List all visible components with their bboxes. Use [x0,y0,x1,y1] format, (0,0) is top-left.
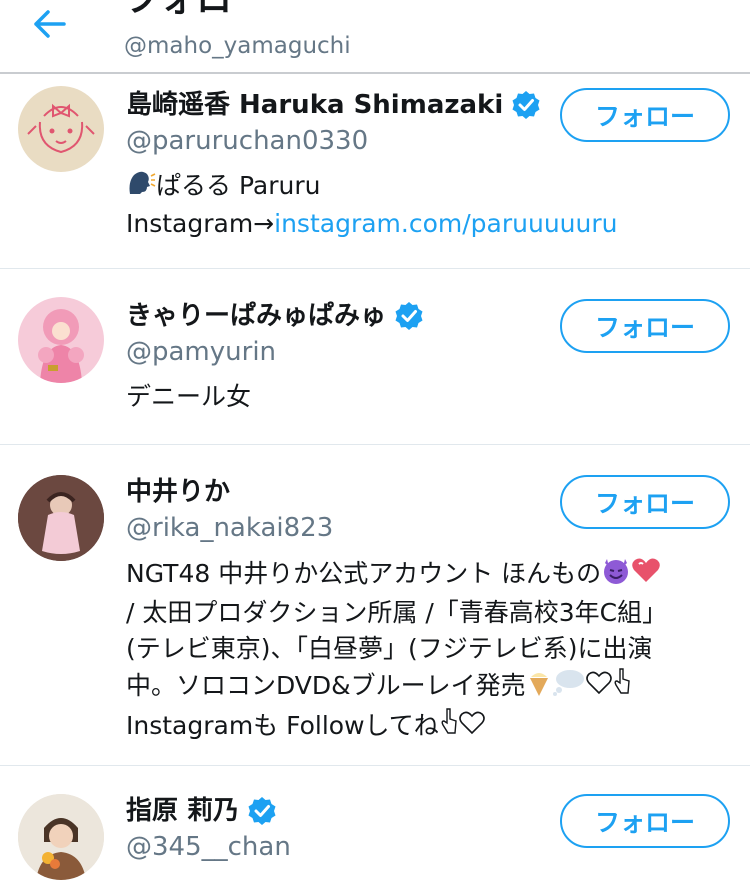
user-name[interactable]: 中井りか [126,475,230,509]
back-button[interactable] [28,4,72,44]
user-handle: @rika_nakai823 [126,513,334,543]
heart-icon [631,556,661,594]
avatar[interactable] [18,86,104,172]
follow-button[interactable]: フォロー [560,299,730,353]
smiling-devil-icon [601,555,631,595]
user-handle: @345__chan [126,832,291,862]
back-arrow-icon [34,10,66,38]
list-item[interactable]: 島崎遥香 Haruka Shimazaki @paruruchan0330 ぱる… [0,74,750,269]
verified-badge-icon [394,301,424,331]
list-item[interactable]: 指原 莉乃 @345__chan フォロー [0,766,750,880]
user-name[interactable]: 指原 莉乃 [126,794,277,828]
white-heart-icon [459,709,485,745]
user-name[interactable]: きゃりーぱみゅぱみゅ [126,299,424,333]
verified-badge-icon [511,90,541,120]
page-title: フォロー [124,0,268,20]
user-name[interactable]: 島崎遥香 Haruka Shimazaki [126,88,541,122]
verified-badge-icon [247,796,277,826]
ice-cream-icon [526,667,552,707]
user-bio: NGT48 中井りか公式アカウント ほんもの / 太田プロダクション所属 /「青… [126,555,726,747]
white-heart-icon [585,669,612,705]
avatar[interactable] [18,794,104,880]
list-item[interactable]: 中井りか @rika_nakai823 NGT48 中井りか公式アカウント ほん… [0,445,750,766]
follow-button[interactable]: フォロー [560,794,730,848]
avatar[interactable] [18,297,104,383]
speaking-head-icon [126,168,156,206]
pointing-hand-icon [612,667,632,707]
follow-button[interactable]: フォロー [560,88,730,142]
list-item[interactable]: きゃりーぱみゅぱみゅ @pamyurin デニール女 フォロー [0,269,750,445]
user-bio: デニール女 [126,382,252,411]
user-handle: @pamyurin [126,337,277,367]
account-handle: @maho_yamaguchi [124,33,351,59]
top-bar: フォロー @maho_yamaguchi [0,0,750,74]
pointing-hand-icon [439,707,459,747]
avatar[interactable] [18,475,104,561]
user-bio: ぱるる Paruru Instagram→instagram.com/paruu… [126,168,726,242]
follow-button[interactable]: フォロー [560,475,730,529]
bio-link[interactable]: instagram.com/paruuuuuru [274,209,617,238]
thought-bubble-icon [552,668,586,706]
user-handle: @paruruchan0330 [126,126,369,156]
